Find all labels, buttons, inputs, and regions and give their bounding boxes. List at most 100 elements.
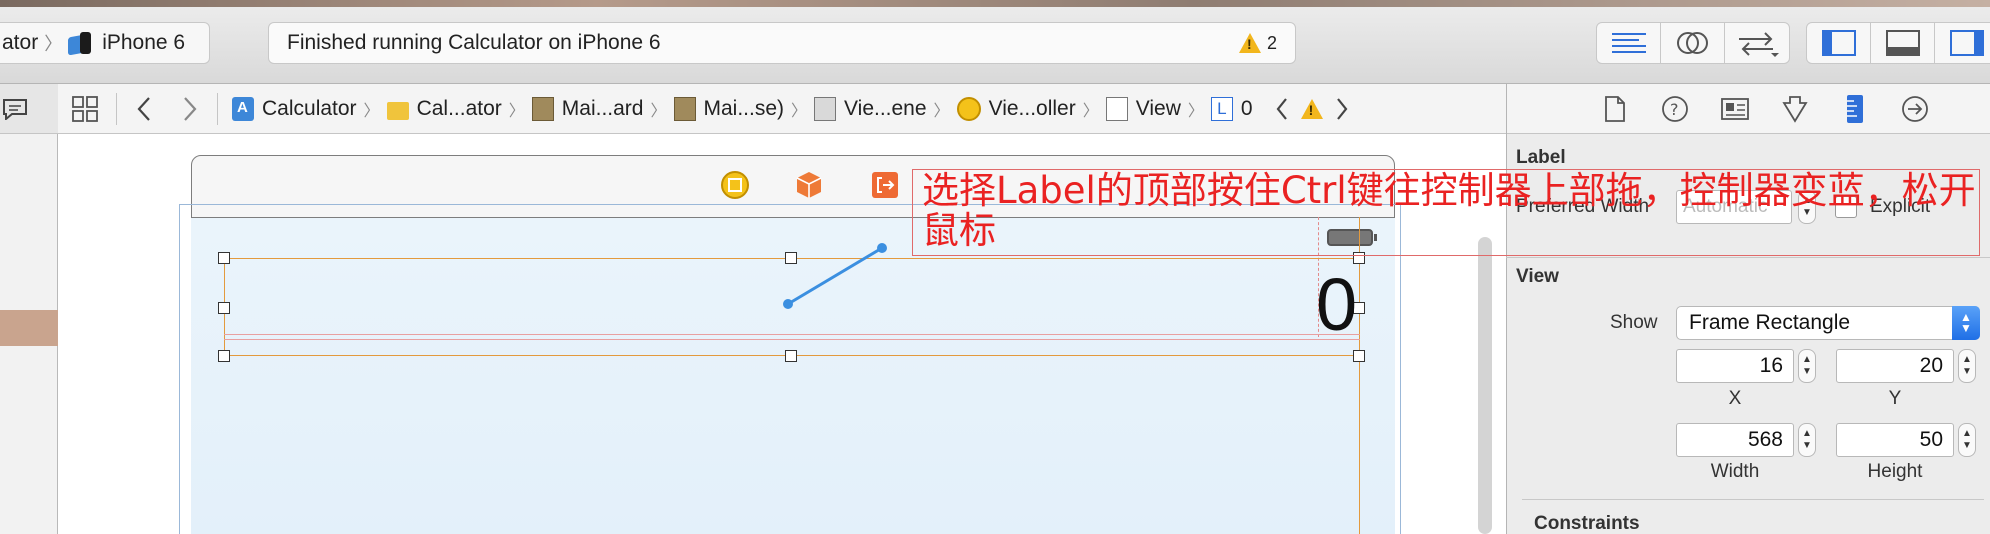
breadcrumb-main-base[interactable]: Mai...se) 〉: [673, 96, 815, 121]
assistant-editor-button[interactable]: [1661, 23, 1725, 63]
tab-quick-help[interactable]: ?: [1659, 93, 1691, 125]
warning-count: 2: [1266, 32, 1277, 53]
project-icon: [232, 96, 254, 121]
chevron-left-icon: [137, 96, 150, 121]
chevron-left-icon: [1276, 97, 1287, 120]
chevron-right-icon: 〉: [508, 102, 525, 120]
previous-issue-button[interactable]: [1267, 97, 1297, 121]
chevron-right-icon: 〉: [363, 102, 380, 120]
tab-connections-inspector[interactable]: [1899, 93, 1931, 125]
tab-size-inspector[interactable]: [1839, 93, 1871, 125]
scheme-selector[interactable]: ator 〉 iPhone 6: [0, 22, 210, 64]
y-caption: Y: [1888, 388, 1902, 409]
constraints-section-title: Constraints: [1534, 513, 1640, 534]
display-label-text: 0: [1316, 263, 1358, 346]
breadcrumb-view-controller[interactable]: Vie...oller 〉: [956, 96, 1106, 121]
canvas-vertical-scrollbar[interactable]: [1478, 237, 1492, 534]
tab-file-inspector[interactable]: [1599, 93, 1631, 125]
grid-icon: [72, 95, 98, 122]
exit-dock-button[interactable]: [870, 170, 900, 200]
identity-card-icon: [1721, 97, 1749, 120]
width-field[interactable]: 568: [1676, 423, 1794, 457]
issue-warning-button[interactable]: [1297, 98, 1327, 119]
tab-identity-inspector[interactable]: [1719, 93, 1751, 125]
connections-arrow-icon: [1902, 95, 1928, 122]
x-field[interactable]: 16: [1676, 349, 1794, 383]
xcode-window: ator 〉 iPhone 6 Finished running Calcula…: [0, 0, 1990, 534]
breadcrumb-view[interactable]: View 〉: [1105, 96, 1211, 121]
first-responder-dock-button[interactable]: [794, 170, 824, 200]
chevron-right-icon: 〉: [44, 34, 63, 54]
resize-handle-bottom-left[interactable]: [218, 350, 230, 362]
chevron-right-icon: 〉: [791, 102, 808, 120]
x-stepper[interactable]: ▲ ▼: [1798, 349, 1816, 383]
crumb-label: Cal...ator: [416, 96, 502, 120]
crumb-label: Calculator: [262, 96, 357, 120]
height-stepper[interactable]: ▲ ▼: [1958, 423, 1976, 457]
width-stepper[interactable]: ▲ ▼: [1798, 423, 1816, 457]
x-caption: X: [1728, 388, 1742, 409]
crumb-label: Vie...oller: [988, 96, 1076, 120]
show-popup-value: Frame Rectangle: [1689, 311, 1851, 334]
warning-icon: [1300, 98, 1323, 119]
first-responder-icon: [796, 172, 822, 198]
label-icon: L: [1210, 96, 1233, 121]
breadcrumb-calculator-project[interactable]: Calculator 〉: [232, 96, 387, 121]
standard-editor-icon: [1611, 33, 1646, 53]
svg-text:?: ?: [1670, 100, 1679, 119]
breadcrumb-calculator-folder[interactable]: Cal...ator 〉: [386, 96, 532, 121]
resize-handle-top-left[interactable]: [218, 252, 230, 264]
toggle-debug-area-button[interactable]: [1871, 23, 1935, 63]
chevron-right-icon: 〉: [650, 102, 667, 120]
navigator-selected-row[interactable]: [0, 310, 58, 346]
chevron-right-icon: 〉: [1187, 102, 1204, 120]
forward-button[interactable]: [167, 96, 213, 122]
view-toggle-group: [1806, 22, 1990, 64]
y-stepper[interactable]: ▲ ▼: [1958, 349, 1976, 383]
status-message: Finished running Calculator on iPhone 6: [287, 31, 661, 54]
breadcrumb-label[interactable]: L 0: [1210, 96, 1253, 121]
chevron-right-icon: 〉: [933, 102, 950, 120]
height-field[interactable]: 50: [1836, 423, 1954, 457]
y-field[interactable]: 20: [1836, 349, 1954, 383]
crumb-label: Vie...ene: [844, 96, 927, 120]
version-editor-button[interactable]: [1725, 23, 1789, 63]
view-controller-dock-button[interactable]: [720, 170, 750, 200]
chevron-right-icon: [184, 96, 197, 121]
standard-editor-button[interactable]: [1597, 23, 1661, 63]
folder-icon: [386, 101, 409, 120]
warning-icon: [1238, 33, 1261, 53]
breadcrumb-view-controller-scene[interactable]: Vie...ene 〉: [814, 96, 957, 121]
navigator-topbar: [0, 84, 58, 134]
jumpbar-separator: [116, 92, 117, 125]
navigator-panel-icon: [1821, 30, 1856, 56]
show-popup-button[interactable]: Frame Rectangle ▲ ▼: [1676, 306, 1980, 340]
baseline-guide: [224, 334, 1360, 340]
back-button[interactable]: [121, 96, 167, 122]
tab-attributes-inspector[interactable]: [1779, 93, 1811, 125]
view-controller-icon: [956, 96, 981, 121]
section-divider: [1506, 257, 1990, 258]
label-section-title: Label: [1516, 147, 1566, 168]
height-caption: Height: [1867, 461, 1923, 482]
activity-status-bar[interactable]: Finished running Calculator on iPhone 6 …: [268, 22, 1296, 64]
comment-icon[interactable]: [2, 98, 28, 120]
resize-handle-bottom[interactable]: [785, 350, 797, 362]
window-top-edge: [0, 0, 1990, 7]
resize-handle-bottom-right[interactable]: [1353, 350, 1365, 362]
show-label: Show: [1610, 312, 1658, 333]
toggle-navigator-button[interactable]: [1807, 23, 1871, 63]
related-items-button[interactable]: [58, 95, 112, 123]
warning-indicator[interactable]: 2: [1238, 32, 1277, 54]
popup-arrows-icon: ▲ ▼: [1952, 306, 1980, 340]
help-icon: ?: [1662, 95, 1688, 122]
breadcrumb-main-storyboard[interactable]: Mai...ard 〉: [531, 96, 674, 121]
attributes-icon: [1782, 95, 1808, 123]
resize-handle-left[interactable]: [218, 302, 230, 314]
toggle-utilities-button[interactable]: [1935, 23, 1990, 63]
storyboard-icon: [673, 96, 696, 121]
debug-panel-icon: [1885, 30, 1920, 56]
next-issue-button[interactable]: [1327, 97, 1357, 121]
ctrl-drag-connection-line: [783, 243, 887, 309]
chevron-right-icon: [1336, 97, 1348, 120]
